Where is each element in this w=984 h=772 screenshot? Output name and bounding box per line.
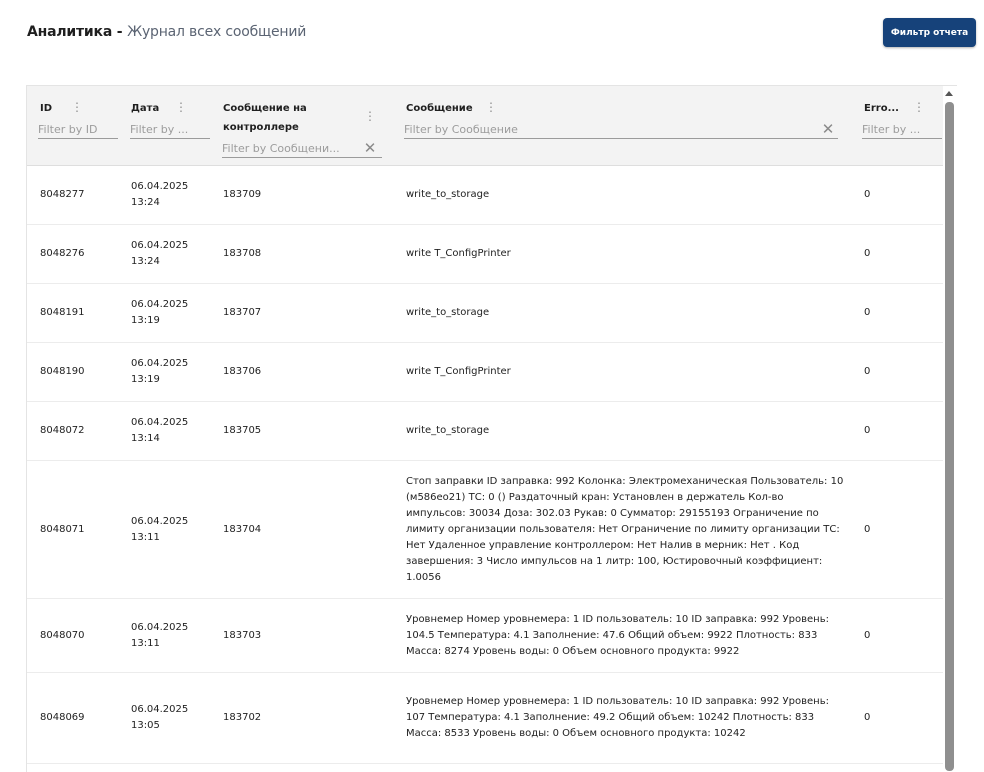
cell-id: 8048072 — [40, 425, 85, 436]
cell-controller-message: 183708 — [223, 248, 262, 259]
column-menu-icon[interactable]: ⋮ — [913, 100, 925, 114]
cell-date: 06.04.2025 13:14 — [131, 417, 189, 444]
cell-message: Уровнемер Номер уровнемера: 1 ID пользов… — [406, 696, 829, 739]
messages-grid: ID ⋮ Дата ⋮ Сообщение на контроллере ⋮ ✕… — [26, 85, 957, 772]
column-label-message: Сообщение — [406, 103, 473, 114]
cell-date: 06.04.2025 13:24 — [131, 181, 189, 208]
cell-error: 0 — [864, 248, 871, 259]
cell-id: 8048277 — [40, 189, 85, 200]
clear-filter-icon[interactable]: ✕ — [363, 141, 377, 156]
cell-message: Уровнемер Номер уровнемера: 1 ID пользов… — [406, 613, 829, 657]
cell-controller-message: 183705 — [223, 425, 262, 436]
cell-controller-message: 183709 — [223, 189, 262, 200]
filter-input-date[interactable] — [130, 120, 210, 139]
table-row[interactable]: 8048191 06.04.2025 13:19 183707 write_to… — [27, 284, 943, 343]
cell-error: 0 — [864, 366, 871, 377]
column-label-date: Дата — [131, 103, 160, 114]
cell-error: 0 — [864, 307, 871, 318]
cell-controller-message: 183703 — [223, 629, 262, 641]
page-title: Аналитика - Журнал всех сообщений — [27, 24, 306, 40]
cell-error: 0 — [864, 425, 871, 436]
scroll-up-arrow-icon[interactable] — [945, 91, 953, 96]
cell-id: 8048069 — [40, 712, 85, 723]
filter-input-error[interactable] — [862, 120, 942, 139]
filter-input-id[interactable] — [38, 120, 118, 139]
clear-filter-icon[interactable]: ✕ — [821, 122, 835, 137]
cell-controller-message: 183706 — [223, 366, 262, 377]
cell-message: write T_ConfigPrinter — [406, 248, 511, 259]
column-header-date[interactable]: Дата ⋮ — [128, 86, 212, 165]
cell-date: 06.04.2025 13:05 — [131, 704, 189, 731]
cell-id: 8048276 — [40, 248, 85, 259]
filter-input-controller-message[interactable] — [222, 139, 382, 158]
column-menu-icon[interactable]: ⋮ — [175, 100, 187, 114]
grid-header: ID ⋮ Дата ⋮ Сообщение на контроллере ⋮ ✕… — [27, 86, 943, 166]
cell-error: 0 — [864, 189, 871, 200]
scrollbar-thumb[interactable] — [945, 102, 954, 771]
table-row[interactable]: 8048072 06.04.2025 13:14 183705 write_to… — [27, 402, 943, 461]
cell-id: 8048191 — [40, 307, 85, 318]
cell-message: write_to_storage — [406, 307, 490, 318]
cell-controller-message: 183702 — [223, 712, 262, 723]
cell-date: 06.04.2025 13:19 — [131, 299, 189, 326]
filter-input-message[interactable] — [404, 120, 838, 139]
column-header-id[interactable]: ID ⋮ — [27, 86, 118, 165]
cell-id: 8048190 — [40, 366, 85, 377]
column-menu-icon[interactable]: ⋮ — [485, 100, 497, 114]
cell-message: Стоп заправки ID заправка: 992 Колонка: … — [406, 475, 844, 583]
column-header-message[interactable]: Сообщение ⋮ ✕ — [403, 86, 843, 165]
page-title-main: Аналитика - — [27, 24, 128, 40]
cell-message: write_to_storage — [406, 425, 490, 436]
table-row[interactable]: 8048070 06.04.2025 13:11 183703 Уровнеме… — [27, 599, 943, 673]
cell-controller-message: 183707 — [223, 307, 262, 318]
cell-controller-message: 183704 — [223, 523, 262, 535]
cell-message: write_to_storage — [406, 189, 490, 200]
table-row[interactable]: 8048071 06.04.2025 13:11 183704 Стоп зап… — [27, 461, 943, 599]
column-menu-icon[interactable]: ⋮ — [364, 109, 376, 123]
column-label-error: Erro... — [864, 103, 899, 114]
column-label-controller-message: Сообщение на контроллере — [223, 103, 307, 133]
column-header-error[interactable]: Erro... ⋮ — [861, 86, 943, 165]
column-menu-icon[interactable]: ⋮ — [71, 100, 83, 114]
table-row[interactable]: 8048276 06.04.2025 13:24 183708 write T_… — [27, 225, 943, 284]
cell-error: 0 — [864, 629, 871, 641]
report-filter-button[interactable]: Фильтр отчета — [883, 18, 976, 47]
table-row[interactable]: 8048277 06.04.2025 13:24 183709 write_to… — [27, 166, 943, 225]
table-row[interactable]: 8048069 06.04.2025 13:05 183702 Уровнеме… — [27, 673, 943, 764]
cell-date: 06.04.2025 13:24 — [131, 240, 189, 267]
column-label-id: ID — [40, 103, 53, 114]
table-row[interactable]: 8048190 06.04.2025 13:19 183706 write T_… — [27, 343, 943, 402]
cell-date: 06.04.2025 13:11 — [131, 515, 189, 543]
page-title-crumb: Журнал всех сообщений — [127, 24, 307, 40]
cell-error: 0 — [864, 712, 871, 723]
column-header-controller-message[interactable]: Сообщение на контроллере ⋮ ✕ — [220, 86, 385, 165]
cell-error: 0 — [864, 523, 871, 535]
cell-message: write T_ConfigPrinter — [406, 366, 511, 377]
cell-date: 06.04.2025 13:11 — [131, 621, 189, 649]
cell-id: 8048071 — [40, 523, 85, 535]
cell-id: 8048070 — [40, 629, 85, 641]
cell-date: 06.04.2025 13:19 — [131, 358, 189, 385]
